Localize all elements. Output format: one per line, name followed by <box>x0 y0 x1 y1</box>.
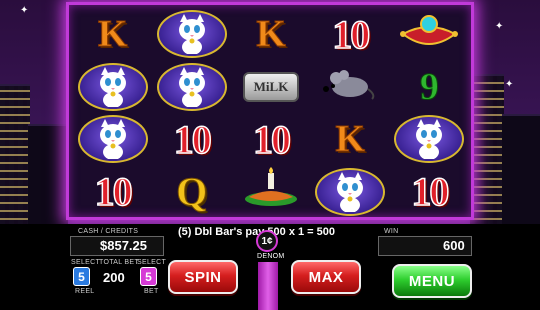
reel-grid: K K 10 MiLK 9 10 10 K 10 Q 10 <box>73 8 469 218</box>
menu-button[interactable]: MENU <box>392 264 472 298</box>
cash-value: $857.25 <box>100 238 147 253</box>
city-night-background: ✦ ✦ ✦ ✦ ✦ KK10MiLK91010K10Q10 (5) Dbl Ba… <box>0 0 540 310</box>
white-cat-icon <box>77 62 148 111</box>
reel-cell <box>73 61 152 114</box>
divider-pole <box>258 262 278 310</box>
reel-cell <box>152 8 231 61</box>
white-cat-icon <box>394 115 465 164</box>
reel-cell <box>390 8 469 61</box>
reel-select-button[interactable]: 5 <box>73 267 90 286</box>
white-cat-icon <box>315 167 386 216</box>
building <box>28 124 68 234</box>
symbol-10: 10 <box>94 169 134 216</box>
bet-select-label: SELECT <box>137 259 167 266</box>
reel-cell: 10 <box>152 113 231 166</box>
symbol-k: K <box>97 13 128 56</box>
fish-candle-icon <box>241 167 301 216</box>
denomination-button[interactable]: 1¢ <box>256 230 278 252</box>
reel-cell <box>231 166 310 219</box>
reel-cell <box>73 113 152 166</box>
building <box>0 84 30 234</box>
denomination-value: 1¢ <box>261 235 273 247</box>
symbol-10: 10 <box>331 11 371 58</box>
star-icon: ✦ <box>20 5 29 16</box>
reel-cell: 9 <box>390 61 469 114</box>
star-icon: ✦ <box>505 79 514 90</box>
bet-select-button[interactable]: 5 <box>140 267 157 286</box>
reel-cell: K <box>231 8 310 61</box>
symbol-9: 9 <box>419 65 439 108</box>
denomination-label: DENOM <box>257 253 285 260</box>
milk-bowl-icon: MiLK <box>242 71 299 102</box>
building <box>470 74 504 234</box>
star-icon: ✦ <box>495 21 504 32</box>
symbol-10: 10 <box>173 116 213 163</box>
jeweled-pillow-icon <box>399 10 459 59</box>
win-value: 600 <box>443 238 465 253</box>
white-cat-icon <box>77 115 148 164</box>
reel-cell <box>311 166 390 219</box>
reel-cell: Q <box>152 166 231 219</box>
total-bet-value: 200 <box>103 270 125 285</box>
spin-button[interactable]: SPIN <box>168 260 238 294</box>
symbol-10: 10 <box>252 116 292 163</box>
reel-frame: K K 10 MiLK 9 10 10 K 10 Q 10 <box>66 2 474 220</box>
symbol-k: K <box>256 13 287 56</box>
symbol-q: Q <box>176 169 208 215</box>
reel-cell: 10 <box>311 8 390 61</box>
reel-cell: 10 <box>231 113 310 166</box>
reel-cell <box>311 61 390 114</box>
reel-label: REEL <box>75 288 95 295</box>
reel-cell: 10 <box>73 166 152 219</box>
reel-cell: MiLK <box>231 61 310 114</box>
bet-label: BET <box>144 288 159 295</box>
symbol-k: K <box>335 118 366 161</box>
reel-select-label: SELECT <box>71 259 101 266</box>
white-cat-icon <box>156 62 227 111</box>
reel-cell <box>152 61 231 114</box>
win-label: WIN <box>384 228 399 235</box>
white-cat-icon <box>156 10 227 59</box>
total-bet-label: TOTAL BET <box>99 259 139 266</box>
symbol-10: 10 <box>411 169 451 216</box>
reel-cell <box>390 113 469 166</box>
cash-label: CASH / CREDITS <box>78 228 139 235</box>
building <box>502 114 540 234</box>
max-button[interactable]: MAX <box>291 260 361 294</box>
reel-cell: K <box>73 8 152 61</box>
reel-cell: 10 <box>390 166 469 219</box>
reel-cell: K <box>311 113 390 166</box>
toy-mouse-icon <box>322 67 378 106</box>
